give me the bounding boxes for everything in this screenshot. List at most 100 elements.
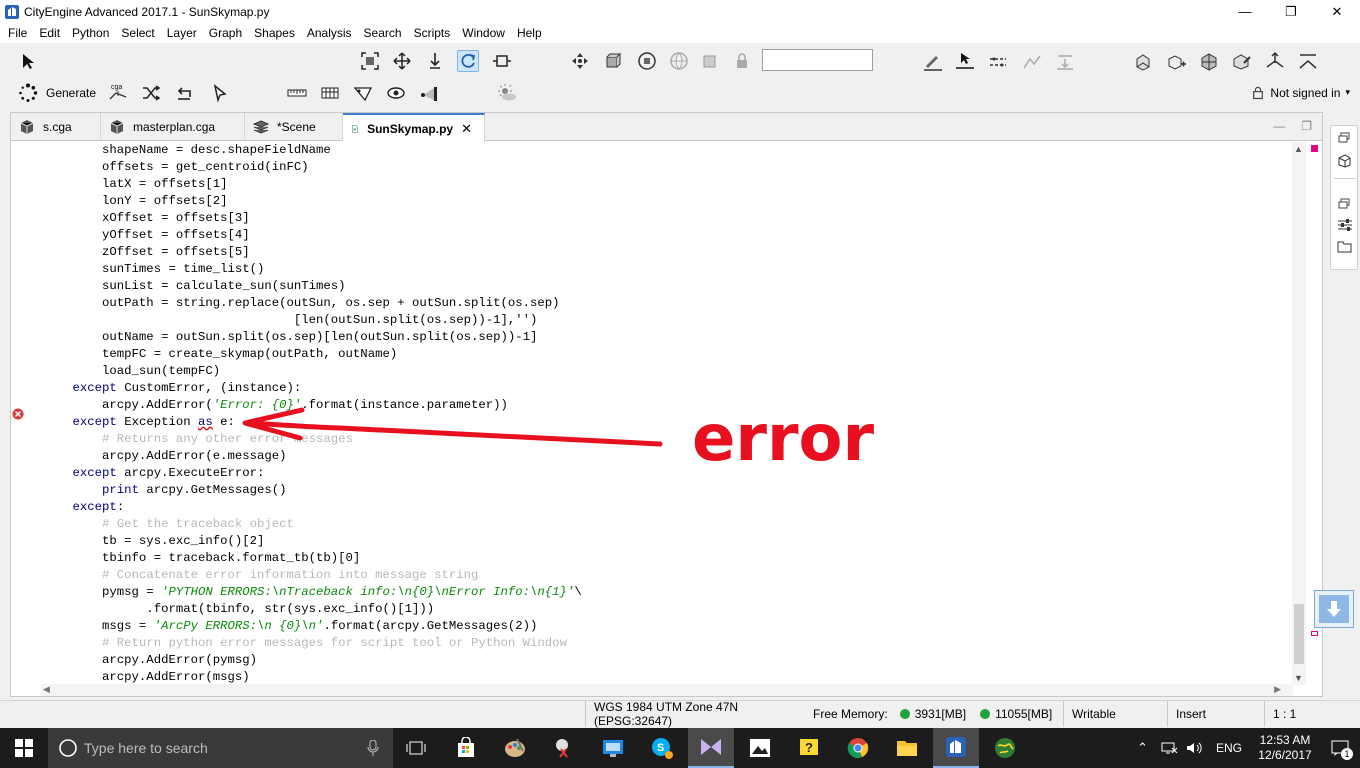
terrain-tool-button[interactable] xyxy=(1021,50,1043,72)
layers-view-button[interactable] xyxy=(699,50,721,72)
menu-file[interactable]: File xyxy=(2,23,33,43)
panel-maximize-icon[interactable]: ❐ xyxy=(1301,119,1312,133)
close-tab-icon[interactable]: ✕ xyxy=(461,121,472,137)
restore-panel-icon-2[interactable] xyxy=(1338,198,1351,209)
reset-button[interactable] xyxy=(173,82,195,104)
taskbar-skype[interactable]: S xyxy=(639,728,685,768)
taskbar-store[interactable] xyxy=(443,728,489,768)
cube-view-icon[interactable] xyxy=(1337,154,1352,168)
edit-shape-button[interactable] xyxy=(1231,50,1253,72)
generate-label[interactable]: Generate xyxy=(46,86,96,100)
taskbar-chrome[interactable] xyxy=(835,728,881,768)
menu-search[interactable]: Search xyxy=(358,23,408,43)
menu-edit[interactable]: Edit xyxy=(33,23,66,43)
start-button[interactable] xyxy=(0,728,48,768)
align-shapes-button[interactable] xyxy=(1264,50,1286,72)
show-hidden-icons-icon[interactable]: ⌃ xyxy=(1137,740,1148,756)
menu-layer[interactable]: Layer xyxy=(161,23,203,43)
polygon-measure-button[interactable] xyxy=(352,82,374,104)
generate-button[interactable] xyxy=(17,82,39,104)
volume-icon[interactable] xyxy=(1186,741,1204,755)
scroll-down-icon[interactable]: ▼ xyxy=(1294,673,1303,683)
code-editor[interactable]: shapeName = desc.shapeFieldName offsets … xyxy=(11,142,1293,685)
close-button[interactable]: ✕ xyxy=(1314,0,1360,23)
scale-tool-button[interactable] xyxy=(491,50,513,72)
navigate-tool-button[interactable] xyxy=(569,50,591,72)
scroll-right-icon[interactable]: ▶ xyxy=(1274,684,1281,695)
taskbar-file-explorer[interactable] xyxy=(884,728,930,768)
random-seed-button[interactable] xyxy=(140,82,162,104)
minimize-button[interactable]: — xyxy=(1222,0,1268,23)
taskbar-snipping[interactable] xyxy=(541,728,587,768)
horizontal-scrollbar[interactable]: ◀ ▶ xyxy=(41,684,1293,696)
download-widget[interactable] xyxy=(1314,590,1354,628)
push-tool-button[interactable] xyxy=(424,50,446,72)
move-tool-button[interactable] xyxy=(391,50,413,72)
scrollbar-thumb[interactable] xyxy=(1294,604,1304,664)
draw-polygon-button[interactable] xyxy=(922,50,944,72)
clock[interactable]: 12:53 AM 12/6/2017 xyxy=(1250,733,1320,763)
light-settings-button[interactable] xyxy=(496,82,518,104)
menu-help[interactable]: Help xyxy=(511,23,548,43)
select-tool-button[interactable] xyxy=(17,50,39,72)
restore-panel-icon[interactable] xyxy=(1338,132,1351,143)
pointer-button[interactable] xyxy=(209,82,231,104)
menu-python[interactable]: Python xyxy=(66,23,115,43)
scroll-left-icon[interactable]: ◀ xyxy=(43,684,50,695)
sign-in-status[interactable]: Not signed in ▾ xyxy=(1252,85,1350,100)
error-overview-mark[interactable] xyxy=(1311,145,1318,152)
taskbar-paint[interactable] xyxy=(492,728,538,768)
tab-masterplan-cga[interactable]: masterplan.cga xyxy=(101,113,245,141)
language-indicator[interactable]: ENG xyxy=(1216,741,1242,755)
taskbar-remote-desktop[interactable] xyxy=(590,728,636,768)
taskbar-arcgis-earth[interactable] xyxy=(982,728,1028,768)
menu-scripts[interactable]: Scripts xyxy=(408,23,457,43)
subdivide-shape-button[interactable] xyxy=(1198,50,1220,72)
folder-icon[interactable] xyxy=(1337,240,1352,253)
globe-view-button[interactable] xyxy=(668,50,690,72)
code-token: .format(tbinfo, str(sys.exc_info()[1])) xyxy=(43,602,435,616)
assign-rule-button[interactable]: cga xyxy=(107,81,129,103)
draw-street-button[interactable] xyxy=(954,50,976,72)
align-to-terrain-button[interactable] xyxy=(1297,50,1319,72)
action-center-button[interactable]: 1 xyxy=(1320,728,1360,768)
network-icon[interactable] xyxy=(1160,741,1178,755)
measure-distance-button[interactable] xyxy=(286,82,308,104)
vertical-scrollbar[interactable]: ▲ ▼ xyxy=(1292,142,1306,685)
menu-graph[interactable]: Graph xyxy=(203,23,248,43)
panel-minimize-icon[interactable]: — xyxy=(1273,119,1285,133)
align-terrain-button[interactable] xyxy=(1054,50,1076,72)
frame-tool-button[interactable] xyxy=(359,50,381,72)
task-view-button[interactable] xyxy=(393,728,439,768)
taskbar-help-app[interactable]: ? xyxy=(786,728,832,768)
orbit-view-button[interactable] xyxy=(636,50,658,72)
menu-select[interactable]: Select xyxy=(115,23,160,43)
tab-label: masterplan.cga xyxy=(133,120,216,134)
microphone-icon[interactable] xyxy=(367,740,379,756)
extrude-shape-button[interactable] xyxy=(1132,50,1154,72)
free-memory-label: Free Memory: xyxy=(813,707,888,721)
rotate-tool-button[interactable] xyxy=(457,50,479,72)
tab-sunskymap-py[interactable]: P SunSkymap.py ✕ xyxy=(343,113,485,142)
menu-window[interactable]: Window xyxy=(456,23,511,43)
measure-area-button[interactable] xyxy=(319,82,341,104)
tab-scene[interactable]: *Scene xyxy=(245,113,343,141)
toolbar-search-input[interactable] xyxy=(762,49,873,71)
wireframe-view-button[interactable] xyxy=(602,50,624,72)
menu-shapes[interactable]: Shapes xyxy=(248,23,301,43)
tab-s-cga[interactable]: s.cga xyxy=(11,113,101,141)
add-shape-button[interactable] xyxy=(1165,50,1187,72)
taskbar-photos[interactable] xyxy=(737,728,783,768)
lock-button[interactable] xyxy=(731,50,753,72)
taskbar-cityengine[interactable] xyxy=(933,728,979,768)
error-marker-icon[interactable] xyxy=(12,408,24,420)
scroll-up-icon[interactable]: ▲ xyxy=(1294,144,1303,154)
sliders-icon[interactable] xyxy=(1337,218,1353,232)
visibility-button[interactable] xyxy=(385,82,407,104)
taskbar-visual-studio[interactable] xyxy=(688,728,734,768)
taskbar-search-box[interactable]: Type here to search xyxy=(48,728,393,768)
maximize-button[interactable]: ❐ xyxy=(1268,0,1314,23)
viewshed-button[interactable] xyxy=(419,82,441,104)
street-network-button[interactable] xyxy=(987,50,1009,72)
menu-analysis[interactable]: Analysis xyxy=(301,23,358,43)
